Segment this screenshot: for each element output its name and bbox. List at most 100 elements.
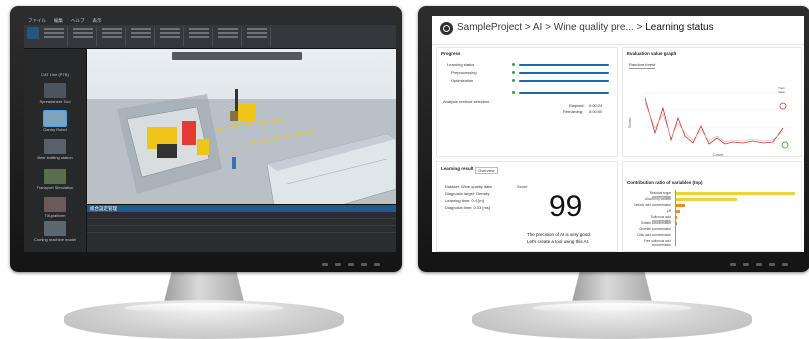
breadcrumb-separator: >: [524, 22, 531, 33]
library-item-selected[interactable]: Gantry Robot: [30, 110, 80, 132]
contribution-variable-label: Tartaric acid concentration: [633, 203, 671, 207]
status-complete-icon: [512, 91, 515, 94]
menu-item[interactable]: 編集: [54, 18, 63, 24]
contribution-variable-label: Alcohol by volume: [645, 197, 671, 201]
contribution-bar: [675, 192, 795, 195]
breadcrumb-model[interactable]: Wine quality pre...: [554, 22, 634, 33]
viewport-toolbar[interactable]: [172, 52, 302, 60]
contribution-variable-label: Free sulfurous acid concentration: [643, 239, 671, 247]
target-text: Diagnosis target: Density: [445, 191, 490, 196]
progress-bar: [519, 80, 609, 82]
library-item[interactable]: Tilt-platform: [30, 197, 80, 218]
contribution-variable-label: Citric acid concentration: [636, 233, 671, 237]
legend-valid: Valid: [778, 90, 785, 94]
library-item[interactable]: Spreadsheet Tool: [30, 83, 80, 104]
progress-item-label: Optimization: [451, 78, 474, 83]
monitor-bezel: SampleProject > AI > Wine quality pre...…: [418, 6, 809, 272]
result-message-line2: Let's create a tool using this AI.: [527, 239, 590, 244]
app-logo-icon[interactable]: [440, 22, 453, 35]
ribbon-group: [215, 27, 242, 47]
diagnosis-time-text: Diagnosis time: 0.03 [ms]: [445, 205, 490, 210]
dashboard-header: SampleProject > AI > Wine quality pre...…: [432, 16, 804, 45]
ai-dashboard: SampleProject > AI > Wine quality pre...…: [432, 16, 804, 252]
score-value: 99: [549, 190, 583, 223]
monitor-button[interactable]: [730, 263, 736, 266]
remaining-value: 0:00:00: [589, 109, 603, 114]
train-series-line: [644, 97, 784, 145]
elapsed-value: 0:00:24: [589, 103, 603, 108]
monitor-buttons: [730, 263, 788, 266]
monitor-button[interactable]: [348, 263, 354, 266]
right-monitor: SampleProject > AI > Wine quality pre...…: [412, 0, 809, 339]
learning-result-title: Learning result: [441, 166, 474, 171]
table-row[interactable]: [87, 212, 396, 219]
progress-bar: [519, 64, 609, 66]
display-select[interactable]: Overview: [475, 167, 498, 174]
ribbon-home-icon[interactable]: [27, 27, 39, 39]
score-label: Score: [517, 184, 528, 189]
dataset-text: Dataset: Wine quality data: [445, 184, 492, 189]
contribution-bar: [675, 204, 685, 207]
status-complete-icon: [512, 79, 515, 82]
monitor-bezel: ファイル 編集 ヘルプ 表示 CAT Line (PTB) Spreadshee…: [10, 6, 402, 272]
elapsed-label: Elapsed:: [569, 103, 585, 108]
bottom-panel-title: 総合設定管理: [87, 205, 396, 212]
monitor-button[interactable]: [335, 263, 341, 266]
progress-item-label: Preprocessing: [451, 70, 477, 75]
library-item[interactable]: Coming machine model: [30, 221, 80, 242]
ribbon-group: [186, 27, 213, 47]
menu-item[interactable]: 表示: [93, 18, 102, 24]
valid-series-line: [644, 102, 784, 143]
breadcrumb-section[interactable]: AI: [533, 22, 542, 33]
table-row[interactable]: [87, 219, 396, 226]
analysis-method-label: Analysis method selection: [443, 99, 490, 104]
table-row[interactable]: [87, 226, 396, 233]
remaining-label: Remaining:: [563, 109, 584, 114]
breadcrumb: SampleProject > AI > Wine quality pre...…: [457, 22, 714, 33]
monitor-button[interactable]: [374, 263, 380, 266]
contribution-axis: [675, 190, 676, 246]
simulation-screen: ファイル 編集 ヘルプ 表示 CAT Line (PTB) Spreadshee…: [24, 16, 396, 252]
monitor-button[interactable]: [769, 263, 775, 266]
final-score-marker-icon: [781, 141, 789, 149]
library-item[interactable]: Beer bottling station: [30, 139, 80, 160]
learning-time-text: Learning time: 0.4 [m]: [445, 198, 484, 203]
monitor-button[interactable]: [322, 263, 328, 266]
ribbon-group: [70, 27, 97, 47]
contribution-variable-label: Sulfate concentration: [641, 221, 671, 225]
ribbon-group: [157, 27, 184, 47]
status-complete-icon: [512, 71, 515, 74]
stand-highlight: [124, 303, 284, 313]
y-axis-label: Score: [627, 117, 632, 128]
library-item[interactable]: CAT Line (PTB): [30, 71, 80, 77]
breadcrumb-separator: >: [545, 22, 551, 33]
result-message-line1: The precision of AI is very good.: [527, 232, 592, 237]
monitor-button[interactable]: [361, 263, 367, 266]
x-axis-label: Count: [713, 152, 725, 157]
status-complete-icon: [512, 63, 515, 66]
evaluation-graph-panel: Evaluation value graph Random forest Cou…: [622, 47, 802, 157]
contribution-panel: Contribution ratio of variables (top) Re…: [622, 161, 802, 252]
breadcrumb-separator: >: [636, 22, 643, 33]
progress-bar: [519, 72, 609, 74]
learning-result-panel: Learning result Overview Dataset: Wine q…: [436, 161, 618, 252]
model-library-panel: CAT Line (PTB) Spreadsheet Tool Gantry R…: [24, 49, 87, 252]
contribution-variable-label: pH: [666, 209, 671, 213]
contribution-bar: [675, 198, 738, 201]
evaluation-line-chart: Count Score Train Valid: [627, 86, 793, 157]
menu-item[interactable]: ヘルプ: [71, 18, 85, 24]
menu-bar: ファイル 編集 ヘルプ 表示: [24, 16, 396, 25]
best-score-marker-icon: [779, 102, 787, 110]
stand-highlight: [532, 303, 692, 313]
progress-title: Progress: [441, 51, 461, 56]
dashboard-screen: SampleProject > AI > Wine quality pre...…: [432, 16, 804, 252]
monitor-button[interactable]: [743, 263, 749, 266]
progress-item-label: Learning status: [447, 62, 475, 67]
monitor-button[interactable]: [756, 263, 762, 266]
ribbon-group: [244, 27, 271, 47]
ribbon-group: [99, 27, 126, 47]
library-item[interactable]: Transport Simulation: [30, 169, 80, 190]
menu-item[interactable]: ファイル: [28, 18, 46, 24]
breadcrumb-project[interactable]: SampleProject: [457, 22, 522, 33]
monitor-button[interactable]: [782, 263, 788, 266]
